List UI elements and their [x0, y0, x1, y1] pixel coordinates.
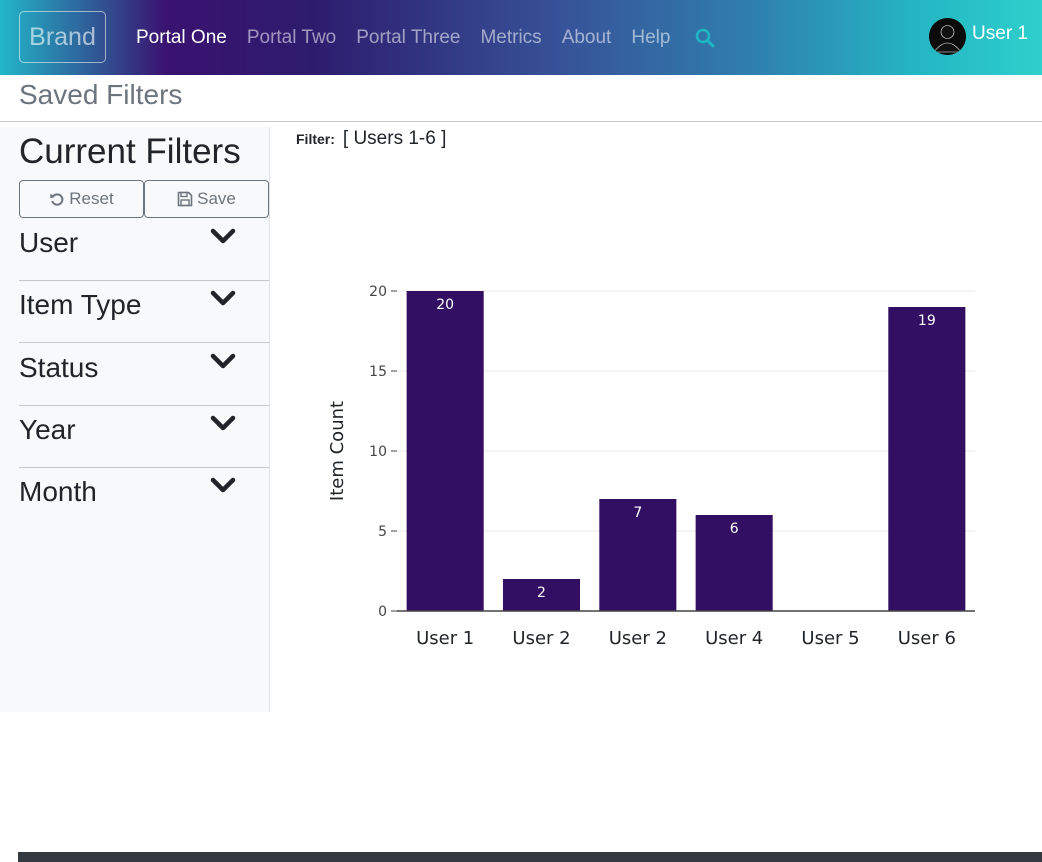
filter-year-label: Year — [19, 414, 76, 445]
filter-month[interactable]: Month — [19, 468, 269, 530]
filter-user-label: User — [19, 227, 79, 258]
filter-status-label: Status — [19, 352, 99, 383]
nav-link-metrics[interactable]: Metrics — [470, 27, 551, 49]
saved-filters-title[interactable]: Saved Filters — [19, 79, 182, 111]
x-tick-label: User 6 — [898, 628, 956, 649]
undo-icon — [50, 193, 64, 206]
filter-value: [ Users 1-6 ] — [342, 128, 447, 149]
nav-link-portal-two[interactable]: Portal Two — [237, 27, 346, 49]
y-tick-label: 15 — [369, 364, 387, 380]
subheader: Saved Filters — [0, 75, 1042, 122]
current-filters-heading: Current Filters — [19, 132, 241, 171]
y-tick-label: 20 — [369, 284, 387, 300]
chevron-down-icon[interactable] — [209, 474, 237, 498]
reset-label: Reset — [69, 189, 114, 208]
active-filter-summary: Filter: [ Users 1-6 ] — [296, 128, 446, 150]
x-tick-label: User 4 — [705, 628, 763, 649]
bar-data-label: 7 — [633, 505, 642, 521]
nav-link-help[interactable]: Help — [621, 27, 680, 49]
y-tick-label: 10 — [369, 444, 387, 460]
filter-year[interactable]: Year — [19, 406, 269, 468]
chevron-down-icon[interactable] — [209, 287, 237, 311]
save-label: Save — [197, 189, 236, 208]
x-tick-label: User 1 — [416, 628, 474, 649]
chevron-down-icon[interactable] — [209, 350, 237, 374]
chevron-down-icon[interactable] — [209, 225, 237, 249]
bar-data-label: 2 — [537, 585, 546, 601]
save-button[interactable]: Save — [144, 180, 269, 218]
bar — [888, 307, 966, 611]
reset-button[interactable]: Reset — [19, 180, 144, 218]
y-tick-label: 5 — [378, 524, 387, 540]
y-axis-label: Item Count — [327, 401, 348, 501]
bar-data-label: 19 — [918, 313, 936, 329]
nav-link-portal-three[interactable]: Portal Three — [346, 27, 470, 49]
page: Brand Portal One Portal Two Portal Three… — [0, 0, 1042, 862]
x-tick-label: User 5 — [801, 628, 859, 649]
user-menu[interactable]: User 1 — [929, 18, 1028, 55]
bar-data-label: 6 — [730, 521, 739, 537]
bar-data-label: 20 — [436, 297, 454, 313]
nav-link-portal-one[interactable]: Portal One — [126, 27, 237, 49]
x-tick-label: User 2 — [512, 628, 570, 649]
nav-links: Portal One Portal Two Portal Three Metri… — [126, 0, 716, 75]
filter-status[interactable]: Status — [19, 344, 269, 406]
search-icon[interactable] — [694, 27, 716, 49]
bar — [406, 291, 484, 611]
filter-item-type-label: Item Type — [19, 289, 142, 320]
filter-key: Filter: — [296, 131, 335, 147]
filters-sidebar: Current Filters Reset Save User Item Typ… — [0, 127, 270, 712]
chevron-down-icon[interactable] — [209, 412, 237, 436]
nav-link-about[interactable]: About — [552, 27, 622, 49]
item-count-bar-chart: 0 5 10 15 20 20 User 1 2 User 2 7 User 2 6 User 4 Use… — [290, 240, 1010, 690]
y-tick-label: 0 — [378, 604, 387, 620]
top-navbar: Brand Portal One Portal Two Portal Three… — [0, 0, 1042, 75]
filter-item-type[interactable]: Item Type — [19, 281, 269, 343]
filter-user[interactable]: User — [19, 219, 269, 281]
x-tick-label: User 2 — [609, 628, 667, 649]
brand-logo[interactable]: Brand — [19, 11, 106, 63]
footer-bar — [18, 852, 1042, 862]
user-name[interactable]: User 1 — [972, 23, 1028, 45]
user-avatar-icon — [929, 18, 967, 55]
filter-month-label: Month — [19, 476, 97, 507]
floppy-disk-icon — [177, 191, 193, 207]
